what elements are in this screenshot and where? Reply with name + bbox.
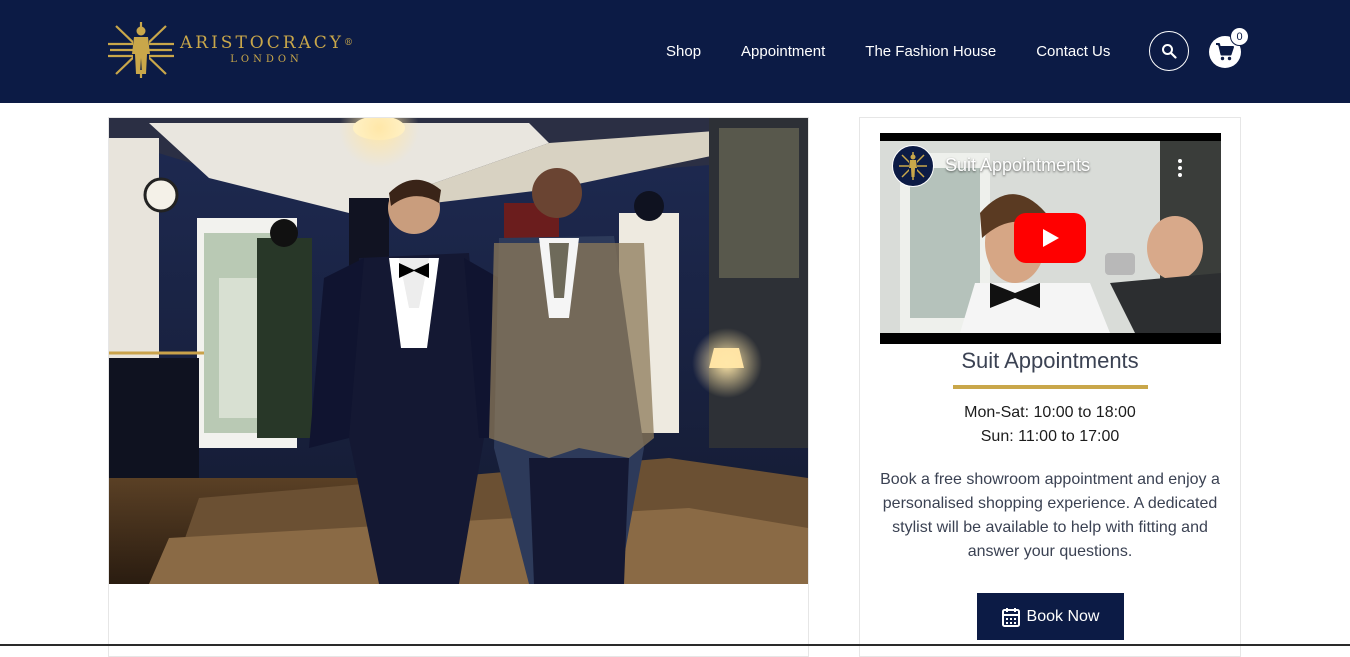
search-button[interactable] <box>1149 31 1189 71</box>
hours-weekday: Mon-Sat: 10:00 to 18:00 <box>964 404 1136 421</box>
book-now-label: Book Now <box>1026 607 1100 625</box>
appointment-title: Suit Appointments <box>961 348 1139 373</box>
logo-city: LONDON <box>230 54 303 65</box>
book-now-button[interactable]: Book Now <box>977 593 1124 640</box>
video-title: Suit Appointments <box>945 155 1091 175</box>
nav-item-fashion-house[interactable]: The Fashion House <box>845 43 1016 60</box>
channel-avatar[interactable] <box>892 145 934 187</box>
appointment-description: Book a free showroom appointment and enj… <box>880 471 1220 560</box>
main-nav: Shop Appointment The Fashion House Conta… <box>646 0 1130 103</box>
more-vertical-icon <box>1178 159 1182 177</box>
calendar-icon <box>1001 607 1020 627</box>
nav-item-contact-us[interactable]: Contact Us <box>1016 43 1130 60</box>
site-header: ARISTOCRACY® LONDON Shop Appointment The… <box>0 0 1350 103</box>
cart-count-badge: 0 <box>1230 27 1249 46</box>
video-player[interactable]: Suit Appointments <box>880 133 1221 344</box>
logo-emblem-icon <box>899 152 927 180</box>
cart-icon <box>1216 43 1234 61</box>
search-icon <box>1162 44 1177 59</box>
logo-text: ARISTOCRACY® LONDON <box>180 33 353 67</box>
hero-panel <box>108 117 809 657</box>
logo-emblem-icon <box>108 22 174 78</box>
opening-hours: Mon-Sat: 10:00 to 18:00 Sun: 11:00 to 17… <box>860 401 1240 449</box>
nav-item-appointment[interactable]: Appointment <box>721 43 845 60</box>
play-icon <box>1043 229 1059 247</box>
hours-sunday: Sun: 11:00 to 17:00 <box>980 428 1120 445</box>
logo-name: ARISTOCRACY® <box>180 33 354 53</box>
video-play-button[interactable] <box>1014 213 1086 263</box>
brand-logo[interactable]: ARISTOCRACY® LONDON <box>106 18 366 82</box>
video-menu-button[interactable] <box>1175 157 1185 179</box>
nav-item-shop[interactable]: Shop <box>646 43 721 60</box>
appointment-panel: Suit Appointments Suit Appointments Mon-… <box>859 117 1241 657</box>
title-underline <box>953 385 1148 389</box>
hero-image <box>109 118 808 584</box>
